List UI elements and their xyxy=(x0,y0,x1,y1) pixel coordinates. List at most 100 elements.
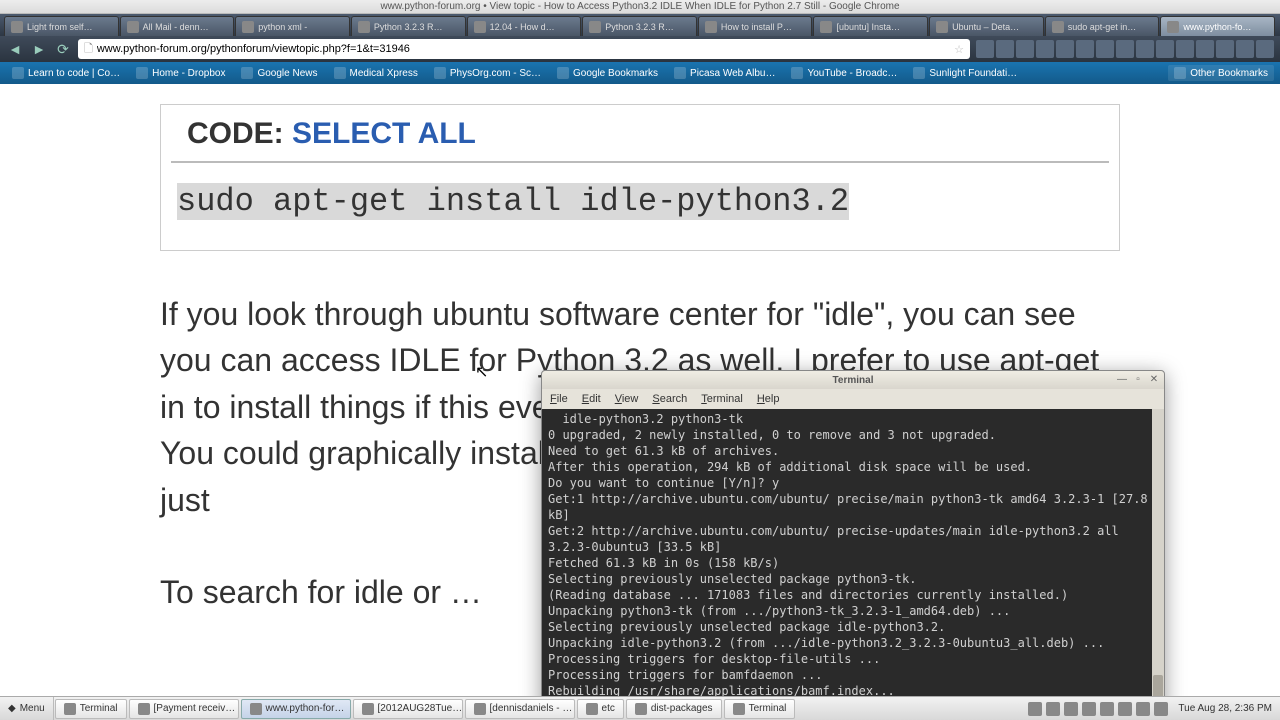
ext-icon[interactable] xyxy=(1096,40,1114,58)
ext-icon[interactable] xyxy=(976,40,994,58)
favicon-icon xyxy=(791,67,803,79)
minimize-icon[interactable]: — xyxy=(1116,374,1128,386)
reload-button[interactable]: ⟳ xyxy=(54,40,72,58)
ext-icon[interactable] xyxy=(1016,40,1034,58)
taskbar-item[interactable]: www.python-for… xyxy=(241,699,351,719)
terminal-window[interactable]: Terminal — ▫ ✕ File Edit View Search Termina… xyxy=(541,370,1165,696)
bookmark-item[interactable]: Sunlight Foundati… xyxy=(907,65,1023,81)
terminal-body[interactable]: idle-python3.2 python3-tk0 upgraded, 2 n… xyxy=(542,409,1164,696)
terminal-menu-item[interactable]: View xyxy=(615,393,639,405)
tray-icon[interactable] xyxy=(1064,702,1078,716)
taskbar-item[interactable]: etc xyxy=(577,699,624,719)
ext-icon[interactable] xyxy=(1036,40,1054,58)
terminal-output-line: Rebuilding /usr/share/applications/bamf.… xyxy=(548,683,1158,696)
app-icon xyxy=(586,703,598,715)
ext-icon[interactable] xyxy=(1196,40,1214,58)
maximize-icon[interactable]: ▫ xyxy=(1132,374,1144,386)
taskbar-item[interactable]: [2012AUG28Tue… xyxy=(353,699,463,719)
other-bookmarks-button[interactable]: Other Bookmarks xyxy=(1168,65,1274,81)
taskbar-clock[interactable]: Tue Aug 28, 2:36 PM xyxy=(1178,703,1272,714)
taskbar-item-label: Terminal xyxy=(80,703,118,714)
browser-tab[interactable]: Light from self… xyxy=(4,16,119,36)
browser-tab[interactable]: Ubuntu – Deta… xyxy=(929,16,1044,36)
browser-tab[interactable]: Python 3.2.3 R… xyxy=(582,16,697,36)
terminal-output-line: Processing triggers for desktop-file-uti… xyxy=(548,651,1158,667)
terminal-menu-item[interactable]: Edit xyxy=(582,393,601,405)
close-icon[interactable]: ✕ xyxy=(1148,374,1160,386)
bookmark-item[interactable]: Picasa Web Albu… xyxy=(668,65,781,81)
wrench-icon[interactable] xyxy=(1256,40,1274,58)
browser-tab[interactable]: [ubuntu] Insta… xyxy=(813,16,928,36)
scrollbar[interactable] xyxy=(1152,409,1164,696)
other-bookmarks-label: Other Bookmarks xyxy=(1190,68,1268,79)
browser-tab[interactable]: python xml - xyxy=(235,16,350,36)
favicon-icon xyxy=(136,67,148,79)
ext-icon[interactable] xyxy=(1216,40,1234,58)
favicon-icon xyxy=(11,21,23,33)
browser-tab[interactable]: Python 3.2.3 R… xyxy=(351,16,466,36)
tray-icon[interactable] xyxy=(1100,702,1114,716)
tab-label: www.python-fo… xyxy=(1183,22,1251,32)
tray-icon[interactable] xyxy=(1136,702,1150,716)
tray-icon[interactable] xyxy=(1082,702,1096,716)
browser-tab[interactable]: www.python-fo… xyxy=(1160,16,1275,36)
tray-icon[interactable] xyxy=(1046,702,1060,716)
browser-tab[interactable]: sudo apt-get in… xyxy=(1045,16,1160,36)
browser-tab[interactable]: 12.04 - How d… xyxy=(467,16,582,36)
terminal-output-line: Do you want to continue [Y/n]? y xyxy=(548,475,1158,491)
bookmark-label: Medical Xpress xyxy=(350,68,418,79)
terminal-titlebar[interactable]: Terminal — ▫ ✕ xyxy=(542,371,1164,389)
terminal-menu-item[interactable]: Terminal xyxy=(701,393,743,405)
terminal-menu-item[interactable]: File xyxy=(550,393,568,405)
taskbar-item[interactable]: Terminal xyxy=(55,699,127,719)
url-input[interactable] xyxy=(97,43,954,55)
scrollbar-thumb[interactable] xyxy=(1153,675,1163,696)
browser-tab[interactable]: How to install P… xyxy=(698,16,813,36)
tab-label: How to install P… xyxy=(721,22,792,32)
terminal-menu-item[interactable]: Help xyxy=(757,393,780,405)
tray-icon[interactable] xyxy=(1028,702,1042,716)
url-bar[interactable]: 🗋 ☆ xyxy=(78,39,970,59)
menu-icon: ◆ xyxy=(8,703,16,714)
select-all-link[interactable]: SELECT ALL xyxy=(292,117,476,150)
bookmark-label: YouTube - Broadc… xyxy=(807,68,897,79)
app-icon xyxy=(474,703,486,715)
ext-icon[interactable] xyxy=(1136,40,1154,58)
tab-label: sudo apt-get in… xyxy=(1068,22,1137,32)
bookmark-star-icon[interactable]: ☆ xyxy=(954,43,964,56)
favicon-icon xyxy=(12,67,24,79)
ext-icon[interactable] xyxy=(1056,40,1074,58)
taskbar-item[interactable]: dist-packages xyxy=(626,699,722,719)
browser-nav-bar: ◄ ► ⟳ 🗋 ☆ xyxy=(0,36,1280,62)
start-menu-button[interactable]: ◆ Menu xyxy=(0,697,54,720)
app-icon xyxy=(733,703,745,715)
code-content: sudo apt-get install idle-python3.2 xyxy=(177,183,849,220)
bookmark-item[interactable]: Learn to code | Co… xyxy=(6,65,126,81)
bookmark-item[interactable]: YouTube - Broadc… xyxy=(785,65,903,81)
ext-icon[interactable] xyxy=(1076,40,1094,58)
browser-tab[interactable]: All Mail - denn… xyxy=(120,16,235,36)
code-label: CODE: xyxy=(187,117,292,150)
bookmark-item[interactable]: Medical Xpress xyxy=(328,65,424,81)
terminal-menu-item[interactable]: Search xyxy=(652,393,687,405)
bookmark-label: Sunlight Foundati… xyxy=(929,68,1017,79)
tray-icon[interactable] xyxy=(1154,702,1168,716)
bookmark-item[interactable]: Google News xyxy=(235,65,323,81)
taskbar-item[interactable]: [Payment receiv… xyxy=(129,699,239,719)
bookmark-item[interactable]: Google Bookmarks xyxy=(551,65,664,81)
app-icon xyxy=(250,703,262,715)
terminal-output-line: idle-python3.2 python3-tk xyxy=(548,411,1158,427)
ext-icon[interactable] xyxy=(1236,40,1254,58)
ext-icon[interactable] xyxy=(996,40,1014,58)
ext-icon[interactable] xyxy=(1156,40,1174,58)
ext-icon[interactable] xyxy=(1176,40,1194,58)
taskbar-item[interactable]: Terminal xyxy=(724,699,796,719)
app-icon xyxy=(138,703,150,715)
tray-icon[interactable] xyxy=(1118,702,1132,716)
taskbar-item[interactable]: [dennisdaniels - … xyxy=(465,699,575,719)
ext-icon[interactable] xyxy=(1116,40,1134,58)
bookmark-item[interactable]: Home - Dropbox xyxy=(130,65,231,81)
back-button[interactable]: ◄ xyxy=(6,40,24,58)
forward-button[interactable]: ► xyxy=(30,40,48,58)
bookmark-item[interactable]: PhysOrg.com - Sc… xyxy=(428,65,547,81)
